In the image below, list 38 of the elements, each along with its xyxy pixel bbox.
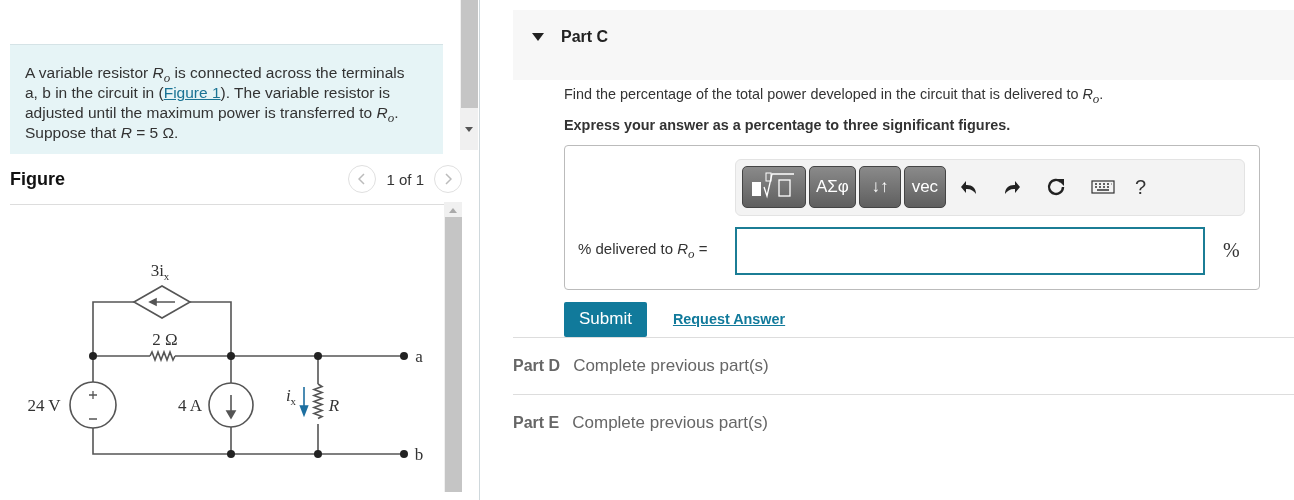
symbol-button[interactable]: ↓↑	[858, 166, 901, 209]
redo-icon[interactable]	[1002, 179, 1021, 196]
resistor-label: 2 Ω	[152, 330, 178, 348]
submit-button[interactable]: Submit	[564, 301, 647, 337]
figure-title: Figure	[10, 168, 65, 190]
templates-button[interactable]	[742, 166, 806, 209]
part-title: Part E	[513, 413, 560, 432]
scroll-down-icon[interactable]	[464, 127, 474, 133]
chevron-right-icon	[444, 173, 452, 185]
part-status: Complete previous part(s)	[572, 412, 768, 433]
terminal-label: a	[415, 347, 423, 365]
reset-icon[interactable]	[1045, 177, 1066, 198]
figure-link[interactable]: Figure 1	[163, 84, 221, 101]
page-counter: 1 of 1	[386, 170, 424, 188]
source-label: 4 A	[177, 396, 203, 414]
current-label: i$_{x}$	[285, 386, 297, 408]
part-title: Part C	[561, 28, 609, 46]
scrollbar[interactable]	[444, 202, 462, 492]
help-button[interactable]: ?	[1128, 166, 1152, 209]
source-label: 3i$_{x}$	[150, 261, 170, 283]
request-answer-link[interactable]: Request Answer	[672, 311, 786, 328]
scrollbar[interactable]	[460, 0, 478, 150]
answer-field[interactable]	[735, 226, 1205, 275]
answer-label: % delivered to R$_{o}$ =	[578, 239, 709, 262]
resistor-label: R	[328, 396, 340, 414]
problem-text: A variable resistor R$_{o}$ is connected across the terminals a, b in the circuit in (Figure 1). The variable resistor is adjusted until the maximum power is transferred to R$_{o}$. Suppose that R = 5 Ω.	[25, 63, 406, 143]
undo-icon[interactable]	[959, 179, 978, 196]
symbol-button[interactable]: ΑΣφ	[809, 166, 856, 209]
terminal-label: b	[414, 445, 424, 463]
part-title: Part D	[513, 356, 561, 375]
chevron-left-icon	[358, 173, 367, 185]
unit-label: %	[1223, 239, 1240, 263]
part-header[interactable]: Part C	[513, 10, 1294, 80]
part-status: Complete previous part(s)	[573, 355, 769, 376]
source-label: 24 V	[27, 396, 61, 414]
keyboard-icon[interactable]	[1090, 180, 1115, 195]
instruction-text: Express your answer as a percentage to three significant figures.	[564, 116, 1012, 133]
symbol-button[interactable]: vec	[903, 166, 946, 209]
